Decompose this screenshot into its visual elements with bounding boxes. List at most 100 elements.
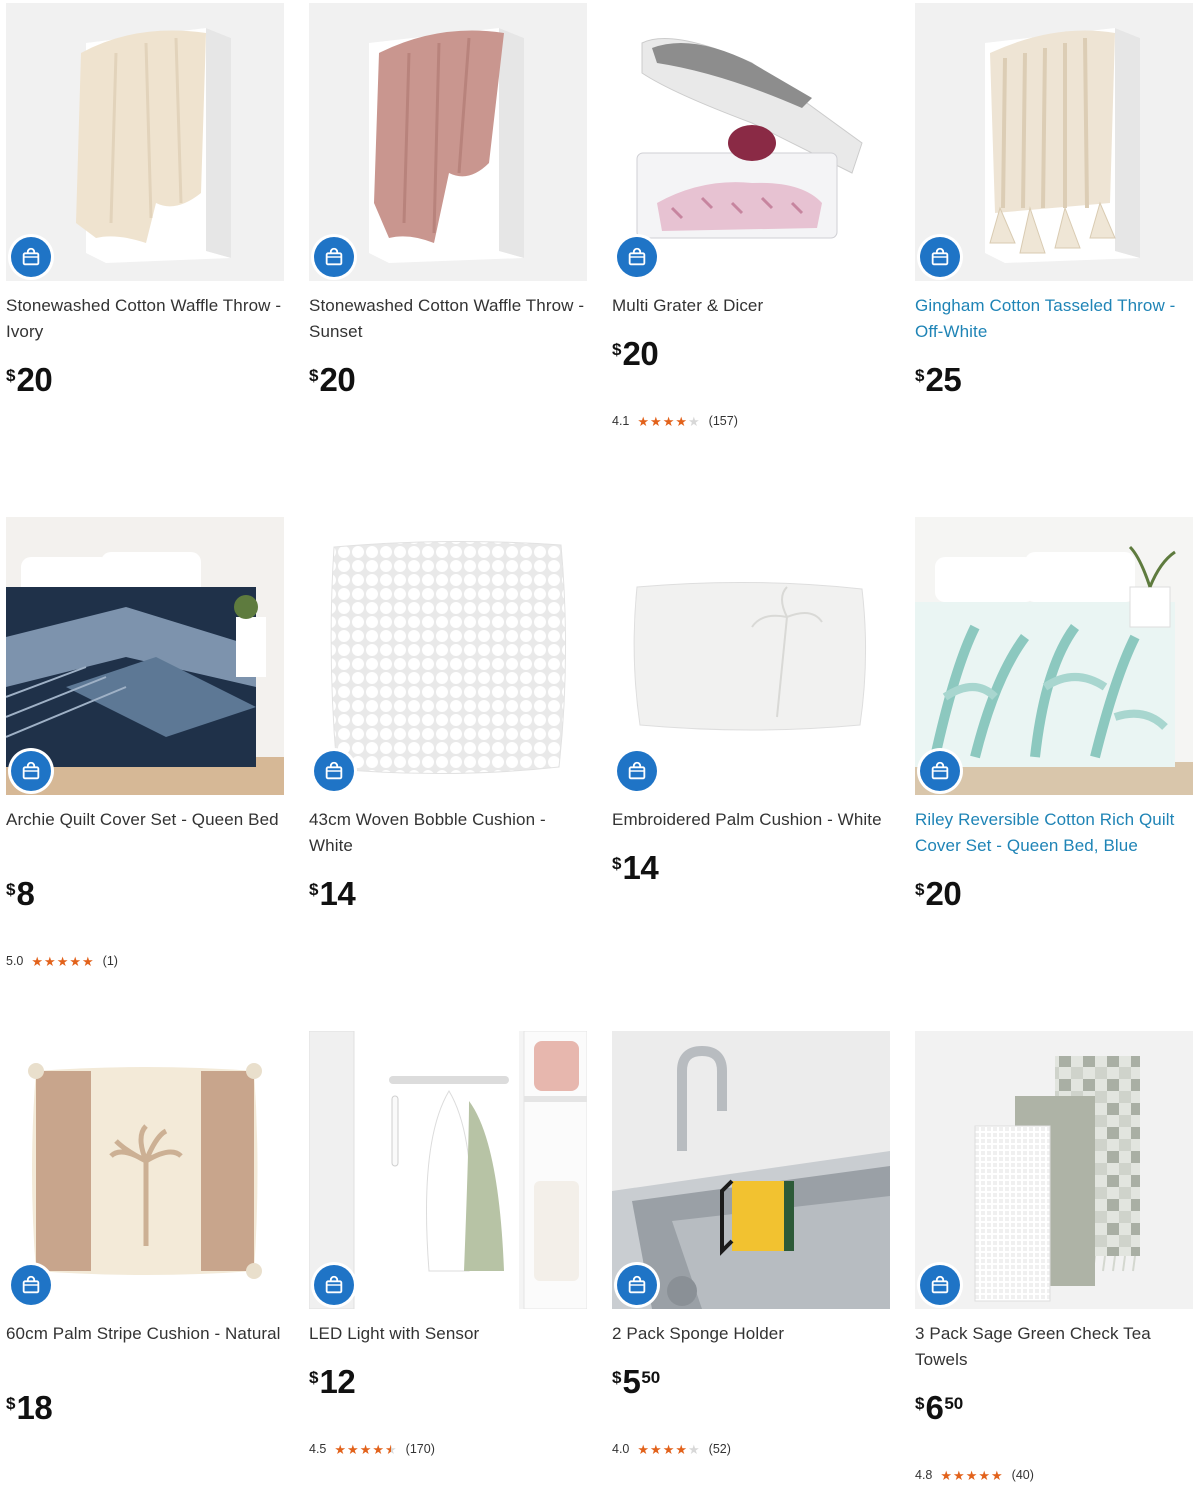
product-rating: 4.1 ★ ★ ★ ★ ★ (157) [612, 414, 738, 428]
review-count[interactable]: (157) [709, 414, 738, 428]
product-image-palm-cushion[interactable] [612, 517, 890, 795]
add-to-cart-button[interactable] [11, 751, 51, 791]
rating-stars: ★ ★ ★ ★ ★ [637, 1443, 700, 1456]
star-icon: ★ [662, 413, 675, 429]
product-price: $14 [309, 875, 356, 912]
shopping-bag-icon [22, 247, 40, 266]
shopping-bag-icon [325, 247, 343, 266]
product-name[interactable]: Riley Reversible Cotton Rich Quilt Cover… [915, 807, 1195, 859]
star-icon: ★ [688, 413, 700, 429]
star-icon: ★ [650, 1441, 662, 1457]
add-to-cart-button[interactable] [920, 237, 960, 277]
star-icon: ★ [675, 413, 688, 429]
product-name[interactable]: Archie Quilt Cover Set - Queen Bed [6, 807, 286, 833]
star-icon: ★ [44, 953, 56, 969]
product-image-bobble-cushion[interactable] [309, 517, 587, 795]
product-name[interactable]: 2 Pack Sponge Holder [612, 1321, 892, 1347]
product-rating: 4.0 ★ ★ ★ ★ ★ (52) [612, 1442, 731, 1456]
review-count[interactable]: (40) [1012, 1468, 1034, 1482]
review-count[interactable]: (170) [406, 1442, 435, 1456]
product-image-waffle-throw-sunset[interactable] [309, 3, 587, 281]
product-rating: 5.0 ★ ★ ★ ★ ★ (1) [6, 954, 118, 968]
star-icon: ★ [675, 1441, 688, 1457]
product-price: $20 [6, 361, 53, 398]
star-icon: ★ [940, 1467, 953, 1483]
star-icon: ★ [991, 1467, 1003, 1483]
add-to-cart-button[interactable] [314, 237, 354, 277]
star-icon: ★ [359, 1441, 372, 1457]
product-image-led-light[interactable] [309, 1031, 587, 1309]
star-icon: ★ [82, 953, 94, 969]
product-price: $550 [612, 1363, 661, 1400]
add-to-cart-button[interactable] [920, 751, 960, 791]
shopping-bag-icon [931, 247, 949, 266]
rating-value: 4.1 [612, 414, 630, 428]
product-price: $12 [309, 1363, 356, 1400]
product-price: $20 [309, 361, 356, 398]
rating-stars: ★ ★ ★ ★ ★ [334, 1443, 397, 1456]
rating-stars: ★ ★ ★ ★ ★ [940, 1469, 1003, 1482]
rating-stars: ★ ★ ★ ★ ★ [31, 955, 94, 968]
shopping-bag-icon [325, 761, 343, 780]
shopping-bag-icon [931, 761, 949, 780]
product-price: $20 [612, 335, 659, 372]
product-name[interactable]: 60cm Palm Stripe Cushion - Natural [6, 1321, 286, 1347]
product-image-waffle-throw-ivory[interactable] [6, 3, 284, 281]
product-image-riley-quilt[interactable] [915, 517, 1193, 795]
star-icon: ★ [650, 413, 662, 429]
shopping-bag-icon [628, 247, 646, 266]
star-icon: ★ [637, 413, 650, 429]
product-name[interactable]: 43cm Woven Bobble Cushion - White [309, 807, 589, 859]
product-name[interactable]: Stonewashed Cotton Waffle Throw - Ivory [6, 293, 286, 345]
product-price: $18 [6, 1389, 53, 1426]
rating-value: 4.0 [612, 1442, 630, 1456]
shopping-bag-icon [325, 1275, 343, 1294]
add-to-cart-button[interactable] [314, 1265, 354, 1305]
rating-value: 4.5 [309, 1442, 327, 1456]
add-to-cart-button[interactable] [617, 1265, 657, 1305]
product-image-grater-dicer[interactable] [612, 3, 890, 281]
add-to-cart-button[interactable] [11, 237, 51, 277]
star-icon: ★ [31, 953, 44, 969]
star-icon: ★ [953, 1467, 965, 1483]
product-image-palm-stripe-cushion[interactable] [6, 1031, 284, 1309]
star-icon: ★ [662, 1441, 675, 1457]
rating-value: 4.8 [915, 1468, 933, 1482]
review-count[interactable]: (1) [103, 954, 118, 968]
shopping-bag-icon [628, 1275, 646, 1294]
star-icon: ★ [69, 953, 82, 969]
add-to-cart-button[interactable] [617, 751, 657, 791]
rating-stars: ★ ★ ★ ★ ★ [637, 415, 700, 428]
review-count[interactable]: (52) [709, 1442, 731, 1456]
product-rating: 4.8 ★ ★ ★ ★ ★ (40) [915, 1468, 1034, 1482]
product-image-sponge-holder[interactable] [612, 1031, 890, 1309]
product-rating: 4.5 ★ ★ ★ ★ ★ (170) [309, 1442, 435, 1456]
add-to-cart-button[interactable] [314, 751, 354, 791]
product-image-archie-quilt[interactable] [6, 517, 284, 795]
star-icon: ★ [347, 1441, 359, 1457]
product-image-gingham-throw[interactable] [915, 3, 1193, 281]
product-price: $8 [6, 875, 35, 912]
product-name[interactable]: Embroidered Palm Cushion - White [612, 807, 892, 833]
add-to-cart-button[interactable] [617, 237, 657, 277]
product-price: $25 [915, 361, 962, 398]
product-price: $20 [915, 875, 962, 912]
star-icon: ★ [688, 1441, 700, 1457]
star-icon: ★ [372, 1441, 385, 1457]
rating-value: 5.0 [6, 954, 24, 968]
product-name[interactable]: Multi Grater & Dicer [612, 293, 892, 319]
shopping-bag-icon [931, 1275, 949, 1294]
star-icon: ★ [385, 1441, 397, 1457]
shopping-bag-icon [22, 1275, 40, 1294]
add-to-cart-button[interactable] [920, 1265, 960, 1305]
product-name[interactable]: LED Light with Sensor [309, 1321, 589, 1347]
star-icon: ★ [978, 1467, 991, 1483]
star-icon: ★ [637, 1441, 650, 1457]
star-icon: ★ [56, 953, 69, 969]
product-name[interactable]: Gingham Cotton Tasseled Throw - Off-Whit… [915, 293, 1195, 345]
product-image-tea-towels[interactable] [915, 1031, 1193, 1309]
star-icon: ★ [334, 1441, 347, 1457]
product-name[interactable]: Stonewashed Cotton Waffle Throw - Sunset [309, 293, 589, 345]
add-to-cart-button[interactable] [11, 1265, 51, 1305]
product-name[interactable]: 3 Pack Sage Green Check Tea Towels [915, 1321, 1195, 1373]
